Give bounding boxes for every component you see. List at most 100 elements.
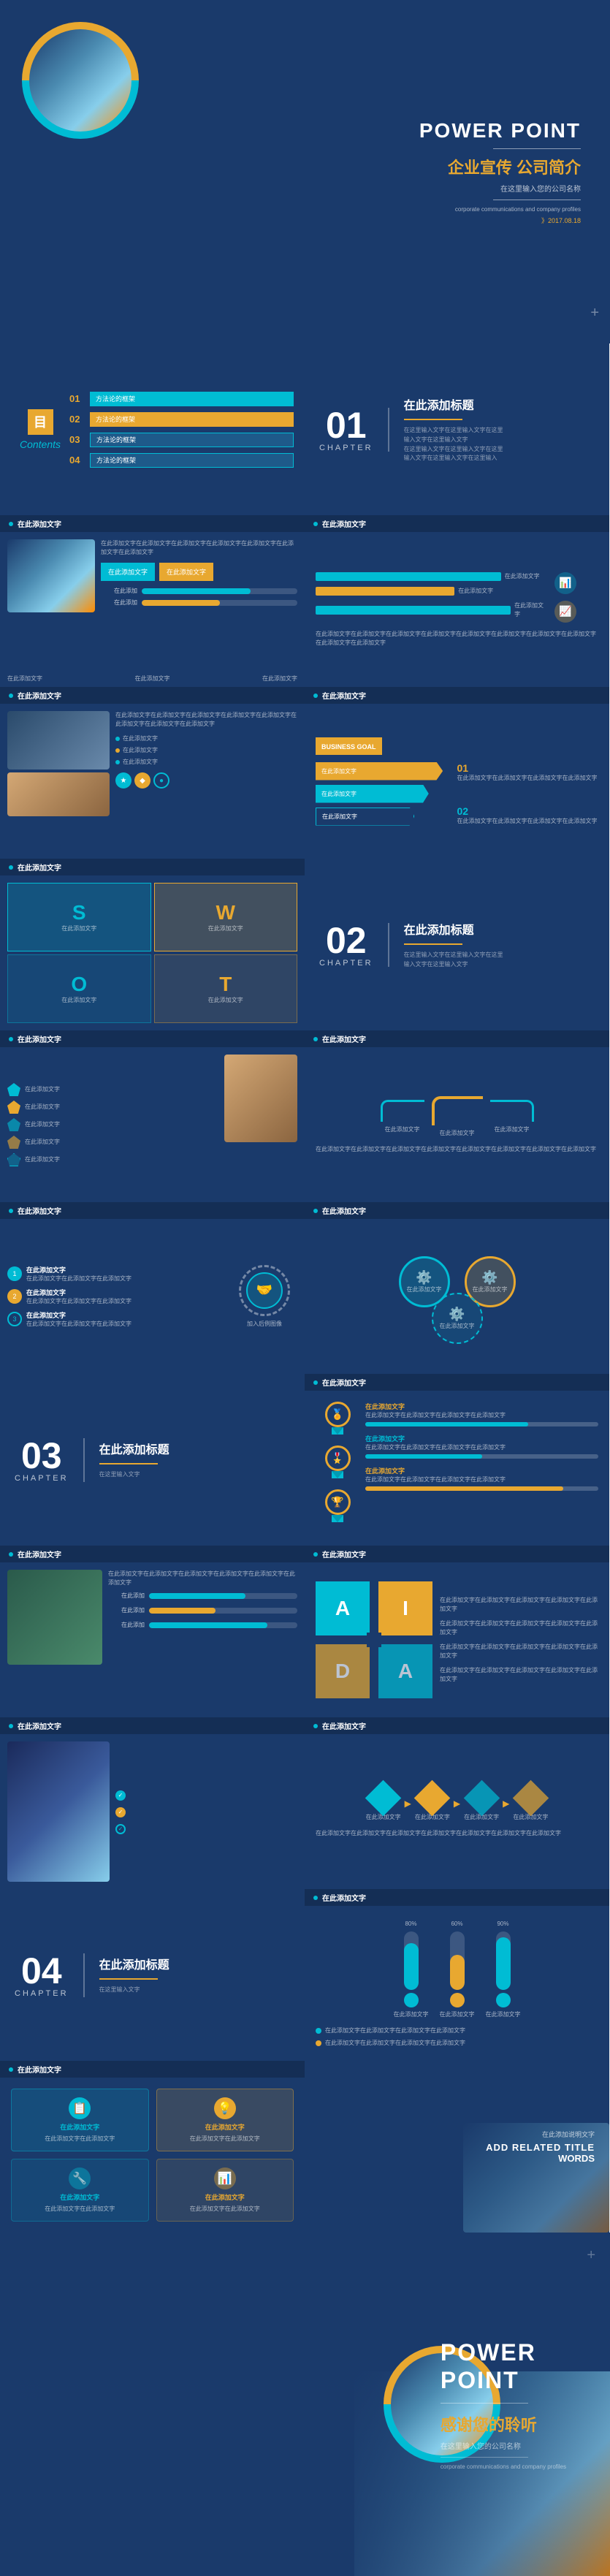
slide4a-icons-row: ★ ◆ ●	[115, 772, 297, 789]
tech-bar1-lbl: 在此添加	[108, 1592, 145, 1600]
hand-item1-text: 在此添加文字	[25, 1085, 60, 1094]
medal-text3: 在此添加文字 在此添加文字在此添加文字在此添加文字在此添加文字	[365, 1466, 598, 1491]
steps-content: 1 在此添加文字 在此添加文字在此添加文字在此添加文字 2 在此添加文字 在此添…	[0, 1219, 305, 1374]
step1-num: 1	[7, 1266, 22, 1281]
cover-circle	[22, 22, 139, 139]
icon-grid-slide: 在此添加文字 📋 在此添加文字 在此添加文字在此添加文字 💡 在此添加文字 在此…	[0, 2061, 305, 2233]
contents-bar-text-2: 方法论的框架	[96, 414, 135, 424]
hand-item2: 在此添加文字	[7, 1101, 218, 1114]
thankyou-text: 在此添加说明文字 ADD RELATED TITLE WORDS	[486, 2129, 595, 2164]
goal-item-02: 02 在此添加文字在此添加文字在此添加文字在此添加文字	[457, 805, 599, 826]
aida-center	[367, 1633, 381, 1647]
row-8: 03 CHAPTER 在此添加标题 在这里输入文字 在此添加文字 🏅	[0, 1374, 610, 1546]
goals-slide: 在此添加文字 BUSINESS GOAL 在此添加文字	[305, 687, 609, 859]
chapter03-divider	[83, 1438, 85, 1482]
arrow-group: 在此添加文字 在此添加文字 在此添加文字	[316, 762, 457, 826]
medal-desc3: 在此添加文字在此添加文字在此添加文字在此添加文字	[365, 1475, 598, 1484]
step2-desc: 在此添加文字在此添加文字在此添加文字	[26, 1297, 226, 1306]
tech-bar2-track	[149, 1608, 297, 1614]
chapter03-number: 03	[15, 1437, 69, 1474]
slide3a-footer: 在此添加文字 在此添加文字 在此添加文字	[0, 671, 305, 687]
bullet-text3: 在此添加文字	[123, 758, 158, 767]
therm2-bulb	[450, 1993, 465, 2007]
icon-teal: ★	[115, 772, 131, 789]
hand-item4-text: 在此添加文字	[25, 1138, 60, 1147]
gear-label2: 在此添加文字	[473, 1285, 508, 1294]
flow-slide-pre: 在此添加文字 在此添加文字 ▶ 在此添加文字 ▶ 在此添加文字 ▶	[305, 1717, 609, 1889]
cover-plus-icon: +	[590, 305, 599, 322]
diamond3-shape	[463, 1780, 499, 1816]
swot-title: 在此添加文字	[18, 862, 61, 873]
swot-slide: 在此添加文字 S 在此添加文字 W 在此添加文字 O 在此添加文字 T 在此添加…	[0, 859, 305, 1030]
icon-cell4-symbol: 📊	[218, 2171, 232, 2186]
medal-text1: 在此添加文字 在此添加文字在此添加文字在此添加文字在此添加文字	[365, 1402, 598, 1426]
medal3-icon: 🏆	[331, 1496, 343, 1508]
cover-title-en: POWER POINT	[419, 118, 581, 143]
gear-icon2: ⚙️	[481, 1270, 497, 1285]
circles-title: 在此添加文字	[322, 1033, 366, 1044]
steps-list: 1 在此添加文字 在此添加文字在此添加文字在此添加文字 2 在此添加文字 在此添…	[7, 1226, 226, 1367]
medal-header: 在此添加文字	[305, 1374, 609, 1391]
thankyou-slide: POWERPOINT 感谢您的聆听 在这里输入您的公司名称 corporate …	[0, 2233, 610, 2576]
tech-bar3-fill	[149, 1622, 267, 1628]
contents-num-3: 03	[69, 434, 84, 445]
tech-title: 在此添加文字	[18, 1549, 61, 1559]
flow-icons-slide: 在此添加文字 80% 在此添加文字 60%	[305, 1889, 609, 2061]
step2: 2 在此添加文字 在此添加文字在此添加文字在此添加文字	[7, 1288, 226, 1306]
swot-grid: S 在此添加文字 W 在此添加文字 O 在此添加文字 T 在此添加文字	[0, 875, 305, 1030]
hand-item1: 在此添加文字	[7, 1083, 218, 1096]
chapter02-word: CHAPTER	[319, 959, 373, 968]
slide3a-stats: 在此添加 在此添加	[101, 587, 297, 607]
step3-num-text: 3	[12, 1315, 16, 1323]
tech-bar3: 在此添加	[108, 1621, 297, 1629]
thankyou-divider2	[441, 2457, 528, 2458]
therm2: 60% 在此添加文字	[440, 1920, 475, 2019]
title-dot-flow-pre	[313, 1724, 318, 1728]
medal2-circle: 🎖️	[325, 1445, 351, 1471]
goal-num1: 01	[457, 762, 599, 774]
tech-text: 在此添加文字在此添加文字在此添加文字在此添加文字在此添加文字在此添加文字 在此添…	[108, 1570, 297, 1710]
medal3-circle: 🏆	[325, 1489, 351, 1515]
flow-arrow1: ▶	[405, 1798, 411, 1809]
bar-row-1: 在此添加文字	[316, 572, 547, 581]
icon2: 📈	[554, 601, 576, 623]
swot-t-letter: T	[219, 973, 232, 996]
image-stats-slide: 在此添加文字 在此添加文字在此添加文字在此添加文字在此添加文字在此添加文字在此添…	[0, 515, 305, 687]
circles-list: 在此添加文字在此添加文字在此添加文字在此添加文字在此添加文字在此添加文字在此添加…	[316, 1145, 598, 1154]
chapter01-number: 01	[319, 407, 373, 444]
chapter03-desc: 在这里输入文字	[99, 1470, 290, 1480]
aida-header: 在此添加文字	[305, 1546, 609, 1562]
hand-items: 在此添加文字 在此添加文字 在此添加文字 在此添加文字 在此添加文字	[7, 1055, 218, 1195]
penta5	[7, 1153, 20, 1166]
slide3b-layout: 在此添加文字 在此添加文字 在此添加文字 📊	[316, 572, 598, 623]
hbar2-label: 在此添加	[101, 599, 137, 607]
contents-bar-4: 方法论的框架	[90, 453, 294, 468]
diamond2-shape	[414, 1780, 450, 1816]
penta1	[7, 1083, 20, 1096]
aida-a2: A	[378, 1644, 432, 1698]
flow-icons-title: 在此添加文字	[322, 1892, 366, 1903]
icon-cell2-title: 在此添加文字	[205, 2122, 245, 2132]
gear-content: ⚙️ 在此添加文字 ⚙️ 在此添加文字 ⚙️ 在此添加文字	[305, 1219, 609, 1374]
medal-bar1-track	[365, 1422, 598, 1426]
medal-text2: 在此添加文字 在此添加文字在此添加文字在此添加文字在此添加文字	[365, 1434, 598, 1459]
therm2-pct: 60%	[451, 1920, 462, 1929]
contents-num-4: 04	[69, 455, 84, 466]
chapter04-num: 04 CHAPTER	[15, 1953, 69, 1998]
bar1	[316, 572, 501, 581]
diamond2: 在此添加文字	[415, 1785, 450, 1822]
contents-bar-text-1: 方法论的框架	[96, 394, 135, 403]
gear-slide: 在此添加文字 ⚙️ 在此添加文字 ⚙️ 在此添加文字 ⚙️ 在此添加文字	[305, 1202, 609, 1374]
goals-text-col: 01 在此添加文字在此添加文字在此添加文字在此添加文字 02 在此添加文字在此添…	[457, 762, 599, 826]
aida-desc3: 在此添加文字在此添加文字在此添加文字在此添加文字在此添加文字	[440, 1643, 598, 1660]
center-label: 加入后例图像	[247, 1320, 282, 1329]
flow-arrow3: ▶	[503, 1798, 509, 1809]
contents-left: 目 Contents	[11, 409, 69, 450]
slide3a-content: 在此添加文字在此添加文字在此添加文字在此添加文字在此添加文字在此添加文字在此添加…	[0, 532, 305, 671]
slide4a-image-area	[7, 711, 110, 851]
business-slide: 在此添加文字 在此添加文字在此添加文字在此添加文字在此添加文字在此添加文字在此添…	[0, 687, 305, 859]
building-image	[7, 1741, 110, 1882]
icon-grid-header: 在此添加文字	[0, 2061, 305, 2078]
bar1-label: 在此添加文字	[505, 572, 540, 581]
swot-o-label: 在此添加文字	[61, 996, 96, 1005]
